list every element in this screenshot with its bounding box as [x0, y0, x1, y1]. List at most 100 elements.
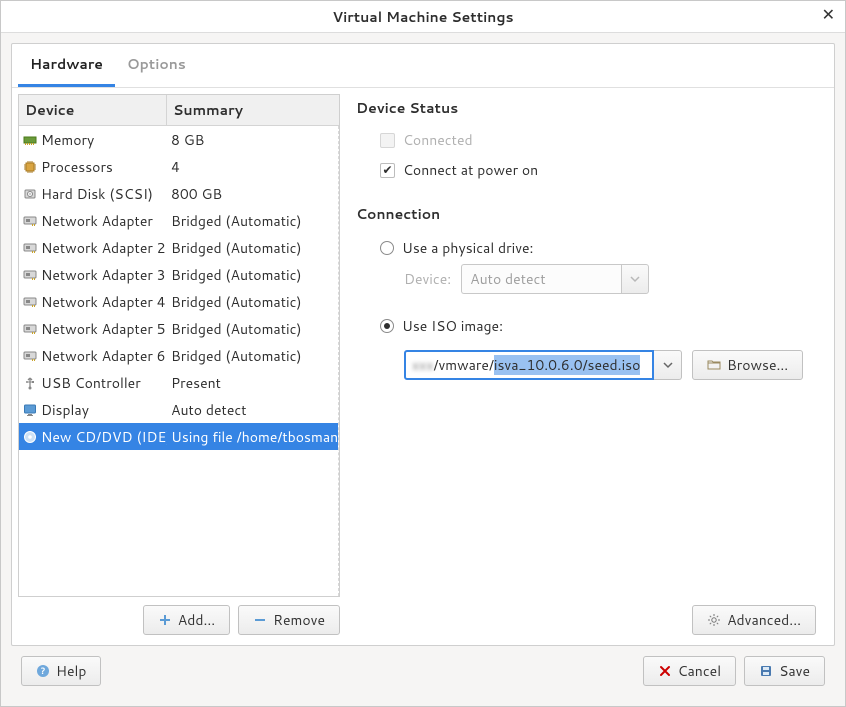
- device-combo: Auto detect: [461, 264, 649, 294]
- nic-icon: [23, 349, 37, 363]
- cancel-icon: [658, 664, 672, 678]
- table-row[interactable]: Network Adapter 6Bridged (Automatic): [19, 342, 338, 369]
- chevron-down-icon: [630, 269, 640, 289]
- table-row[interactable]: Network Adapter 2Bridged (Automatic): [19, 234, 338, 261]
- row-device-name: Processors: [41, 157, 113, 177]
- nic-icon: [23, 322, 37, 336]
- folder-icon: [707, 358, 721, 372]
- cd-icon: [23, 430, 37, 444]
- titlebar: Virtual Machine Settings ✕: [1, 1, 845, 33]
- iso-label: Use ISO image:: [402, 316, 503, 336]
- device-label: Device:: [404, 269, 451, 289]
- row-device-cell: Display: [19, 400, 167, 420]
- hdd-icon: [23, 187, 37, 201]
- row-device-cell: Memory: [19, 130, 167, 150]
- device-buttons: Add... Remove: [18, 605, 340, 635]
- table-row[interactable]: Network Adapter 4Bridged (Automatic): [19, 288, 338, 315]
- row-summary-cell: Bridged (Automatic): [167, 319, 338, 339]
- table-row[interactable]: Network Adapter Bridged (Automatic): [19, 207, 338, 234]
- browse-button[interactable]: Browse...: [692, 350, 803, 380]
- nic-icon: [23, 214, 37, 228]
- iso-row: Use ISO image:: [380, 316, 816, 336]
- row-device-name: Hard Disk (SCSI): [41, 184, 153, 204]
- row-device-cell: Network Adapter 3: [19, 265, 167, 285]
- remove-button-label: Remove: [273, 610, 325, 630]
- row-device-name: Network Adapter: [41, 211, 153, 231]
- device-status-title: Device Status: [356, 98, 816, 118]
- row-device-name: Network Adapter 5: [41, 319, 166, 339]
- connection-title: Connection: [356, 204, 816, 224]
- chevron-down-icon: [663, 355, 673, 375]
- gear-icon: [707, 613, 721, 627]
- table-row[interactable]: Memory 8 GB: [19, 126, 338, 153]
- row-device-cell: Network Adapter 4: [19, 292, 167, 312]
- tab-hardware[interactable]: Hardware: [18, 44, 115, 87]
- row-summary-cell: 4: [167, 157, 338, 177]
- save-icon: [759, 664, 773, 678]
- table-row[interactable]: Hard Disk (SCSI)800 GB: [19, 180, 338, 207]
- row-device-name: Network Adapter 6: [41, 346, 166, 366]
- remove-button[interactable]: Remove: [238, 605, 340, 635]
- table-row[interactable]: Network Adapter 5Bridged (Automatic): [19, 315, 338, 342]
- header-device[interactable]: Device: [19, 95, 167, 125]
- device-combo-text[interactable]: Auto detect: [461, 264, 621, 294]
- row-summary-cell: Bridged (Automatic): [167, 265, 338, 285]
- device-list: Device Summary Memory 8 GB Processors 4 Hard…: [18, 94, 340, 597]
- row-summary-cell: Auto detect: [167, 400, 338, 420]
- tab-options[interactable]: Options: [115, 44, 198, 87]
- help-button[interactable]: ? Help: [21, 656, 101, 686]
- advanced-button-label: Advanced...: [727, 610, 801, 630]
- row-device-cell: Hard Disk (SCSI): [19, 184, 167, 204]
- cancel-button[interactable]: Cancel: [643, 656, 737, 686]
- iso-radio[interactable]: [380, 319, 394, 333]
- header-summary[interactable]: Summary: [167, 95, 339, 125]
- row-device-name: Memory: [41, 130, 94, 150]
- connect-poweron-label: Connect at power on: [403, 160, 538, 180]
- row-device-name: Network Adapter 3: [41, 265, 166, 285]
- right-bottom: Advanced...: [356, 597, 816, 635]
- row-summary-cell: 8 GB: [167, 130, 338, 150]
- iso-combo-dropdown[interactable]: [654, 350, 682, 380]
- footer: ? Help Cancel Save: [11, 646, 835, 696]
- table-row[interactable]: Processors 4: [19, 153, 338, 180]
- connect-poweron-checkbox[interactable]: [380, 163, 395, 178]
- memory-icon: [23, 133, 37, 147]
- device-combo-dropdown[interactable]: [621, 264, 649, 294]
- physical-device-row: Device: Auto detect: [404, 264, 816, 294]
- physical-drive-radio[interactable]: [380, 241, 394, 255]
- content: Device Summary Memory 8 GB Processors 4 Hard…: [12, 88, 834, 645]
- connected-checkbox[interactable]: [380, 133, 395, 148]
- row-summary-cell: Bridged (Automatic): [167, 211, 338, 231]
- advanced-button[interactable]: Advanced...: [692, 605, 816, 635]
- connected-label: Connected: [403, 130, 473, 150]
- table-row[interactable]: USB ControllerPresent: [19, 369, 338, 396]
- nic-icon: [23, 241, 37, 255]
- table-row[interactable]: Display Auto detect: [19, 396, 338, 423]
- display-icon: [23, 403, 37, 417]
- table-row[interactable]: New CD/DVD (IDE)Using file /home/tbosman: [19, 423, 338, 450]
- iso-path-input[interactable]: xxx/vmware/isva_10.0.6.0/seed.iso: [404, 350, 654, 380]
- save-button-label: Save: [779, 661, 810, 681]
- cpu-icon: [23, 160, 37, 174]
- window-body: Hardware Options Device Summary Memory 8 …: [1, 33, 845, 706]
- close-icon[interactable]: ✕: [822, 7, 835, 23]
- row-device-cell: Network Adapter 2: [19, 238, 167, 258]
- footer-spacer: [101, 656, 642, 686]
- tabs: Hardware Options: [12, 44, 834, 88]
- minus-icon: [253, 613, 267, 627]
- save-button[interactable]: Save: [744, 656, 825, 686]
- help-icon: ?: [36, 664, 50, 678]
- iso-path-prefix: /vmware/: [434, 355, 494, 375]
- svg-text:?: ?: [41, 664, 46, 677]
- iso-input-row: xxx/vmware/isva_10.0.6.0/seed.iso Browse…: [404, 350, 816, 380]
- nic-icon: [23, 295, 37, 309]
- browse-button-label: Browse...: [727, 355, 788, 375]
- row-summary-cell: Using file /home/tbosman: [167, 427, 338, 447]
- row-device-name: Display: [41, 400, 89, 420]
- vm-settings-window: Virtual Machine Settings ✕ Hardware Opti…: [0, 0, 846, 707]
- add-button[interactable]: Add...: [143, 605, 230, 635]
- table-row[interactable]: Network Adapter 3Bridged (Automatic): [19, 261, 338, 288]
- row-device-cell: New CD/DVD (IDE): [19, 427, 167, 447]
- left-column: Device Summary Memory 8 GB Processors 4 Hard…: [18, 94, 340, 635]
- row-device-name: Network Adapter 4: [41, 292, 166, 312]
